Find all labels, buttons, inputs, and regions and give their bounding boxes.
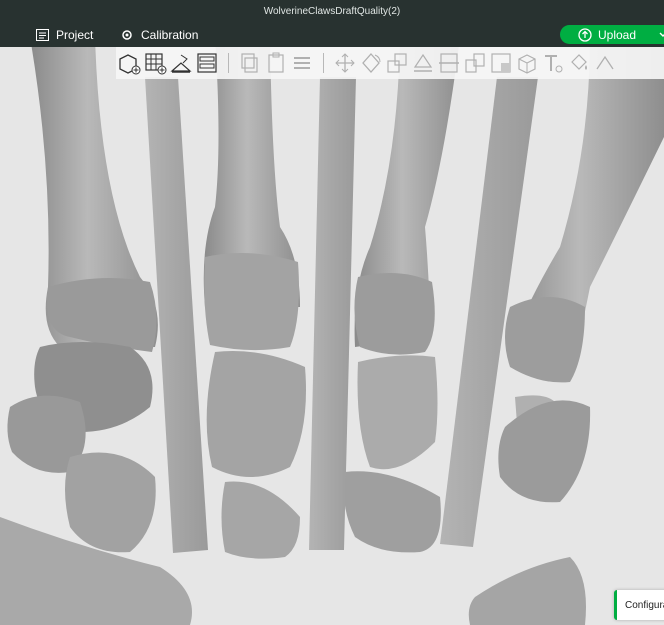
lay-on-face-icon xyxy=(413,53,433,72)
bone-head-4 xyxy=(505,297,585,383)
project-tab[interactable]: Project xyxy=(35,22,93,47)
copy-tool[interactable] xyxy=(237,50,263,76)
upload-icon xyxy=(578,27,592,42)
rotate-icon xyxy=(362,53,381,73)
move-tool[interactable] xyxy=(332,50,358,76)
upload-dropdown-button[interactable] xyxy=(656,26,664,43)
notification-toast[interactable]: Configura xyxy=(614,590,664,620)
scale-tool[interactable] xyxy=(384,50,410,76)
layers-tool[interactable] xyxy=(289,50,315,76)
layers-icon xyxy=(294,57,310,69)
notification-text: Configura xyxy=(625,599,664,611)
3d-viewport[interactable] xyxy=(0,47,664,625)
support-cube-icon xyxy=(518,54,536,74)
cut-icon xyxy=(439,53,459,73)
add-cube-icon xyxy=(119,54,141,75)
calibration-label: Calibration xyxy=(141,27,199,42)
paint-bucket-icon xyxy=(571,54,587,70)
window-title: WolverineClawsDraftQuality(2) xyxy=(263,5,401,17)
add-plate-tool[interactable] xyxy=(142,50,168,76)
paste-tool[interactable] xyxy=(263,50,289,76)
bone-head-2 xyxy=(204,253,299,351)
project-label: Project xyxy=(56,27,94,42)
seam-icon xyxy=(596,55,614,70)
arrange-tool[interactable] xyxy=(194,50,220,76)
paste-icon xyxy=(268,52,284,73)
split-objects-icon xyxy=(465,53,485,73)
auto-orient-icon xyxy=(170,54,192,73)
rotate-tool[interactable] xyxy=(358,50,384,76)
calibration-tab[interactable]: Calibration xyxy=(120,22,198,47)
paint-tool[interactable] xyxy=(566,50,592,76)
move-icon xyxy=(335,53,355,73)
carpal-4 xyxy=(206,351,306,477)
text-tool[interactable] xyxy=(540,50,566,76)
scale-icon xyxy=(387,53,407,73)
chevron-down-icon xyxy=(659,32,664,37)
lay-on-face-tool[interactable] xyxy=(410,50,436,76)
upload-label: Upload xyxy=(598,27,637,42)
arrange-icon xyxy=(197,53,217,73)
object-toolbar xyxy=(116,47,664,79)
support-tool[interactable] xyxy=(514,50,540,76)
plate-grid-icon xyxy=(145,53,167,75)
copy-icon xyxy=(241,53,258,73)
bone-head-3 xyxy=(354,273,435,355)
add-cube-tool[interactable] xyxy=(116,50,142,76)
split-parts-tool[interactable] xyxy=(488,50,514,76)
title-bar: WolverineClawsDraftQuality(2) xyxy=(0,0,664,22)
split-objects-tool[interactable] xyxy=(462,50,488,76)
toolbar-separator xyxy=(228,53,229,73)
cut-tool[interactable] xyxy=(436,50,462,76)
upload-button[interactable]: Upload xyxy=(560,25,664,44)
calibration-icon xyxy=(120,28,134,42)
extra-tool[interactable] xyxy=(592,50,618,76)
text-icon xyxy=(545,55,563,73)
toolbar-separator xyxy=(323,53,324,73)
project-icon xyxy=(35,28,49,42)
auto-orient-tool[interactable] xyxy=(168,50,194,76)
split-parts-icon xyxy=(491,53,511,73)
